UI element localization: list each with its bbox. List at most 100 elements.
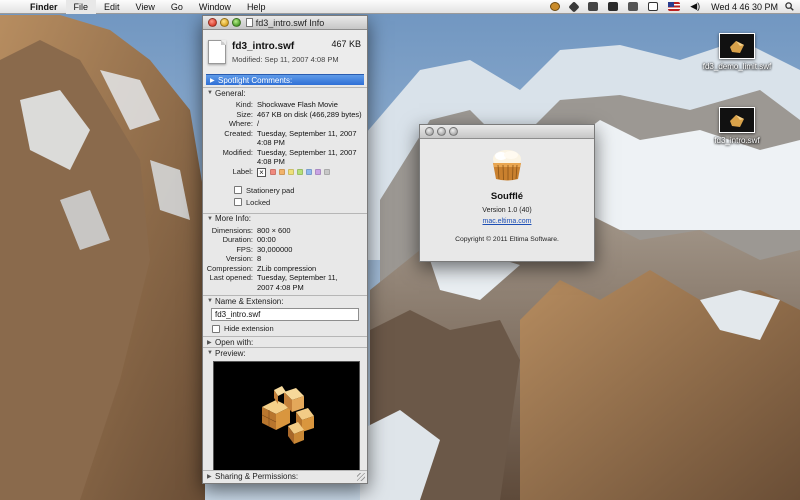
network-icon[interactable] (628, 2, 639, 11)
file-name-input[interactable]: fd3_intro.swf (211, 308, 359, 321)
label-colors: × (257, 167, 333, 177)
section-label: More Info: (215, 214, 252, 223)
label-gray-swatch[interactable] (324, 169, 330, 175)
locked-checkbox[interactable] (234, 198, 242, 206)
section-label: Name & Extension: (215, 296, 284, 306)
sync-icon[interactable] (588, 2, 599, 11)
about-window-titlebar[interactable] (420, 125, 594, 139)
kv-row: Where: / (228, 119, 260, 128)
section-label: Sharing & Permissions: (215, 471, 299, 481)
desktop-icon-fd3-intro[interactable]: fd3_intro.swf (697, 107, 777, 146)
display-icon[interactable] (648, 2, 659, 11)
dropbox-icon[interactable] (568, 0, 580, 13)
stationery-pad-checkbox[interactable] (234, 186, 242, 194)
file-document-icon (208, 40, 226, 64)
file-name: fd3_intro.swf (232, 40, 295, 52)
label-purple-swatch[interactable] (315, 169, 321, 175)
modified-date: Modified: Sep 11, 2007 4:08 PM (232, 54, 339, 64)
kv-row: Size: 467 KB on disk (466,289 bytes) (236, 109, 362, 119)
minimize-button[interactable] (220, 18, 229, 27)
disclosure-triangle-icon[interactable]: ▼ (207, 298, 215, 304)
growl-icon[interactable] (550, 2, 561, 11)
more-info-details: Dimensions: 800 × 600 Duration: 00:00 FPS:… (203, 224, 367, 296)
kv-row: Kind: Shockwave Flash Movie (235, 100, 338, 109)
volume-icon[interactable]: ◀) (690, 1, 700, 12)
kv-row: Modified: Tuesday, September 11, 2007 (222, 147, 357, 157)
swf-file-icon (719, 33, 755, 59)
zoom-button[interactable] (449, 127, 458, 136)
menu-go[interactable]: Go (163, 0, 191, 14)
app-version: Version 1.0 (40) (482, 207, 532, 214)
about-body: Soufflé Version 1.0 (40) mac.eltima.com … (420, 139, 594, 243)
window-controls (203, 18, 241, 27)
kv-row: FPS: 30,000000 (236, 244, 293, 254)
label-red-swatch[interactable] (270, 169, 276, 175)
evernote-icon[interactable] (608, 2, 619, 11)
menu-finder[interactable]: Finder (22, 0, 66, 14)
cubes-preview-graphic (261, 386, 314, 444)
section-preview[interactable]: ▼ Preview: (203, 347, 367, 358)
hide-extension-checkbox[interactable] (212, 324, 220, 333)
section-sharing-permissions[interactable]: ▶ Sharing & Permissions: (203, 470, 367, 481)
menu-window[interactable]: Window (191, 0, 239, 14)
info-header: fd3_intro.swf Modified: Sep 11, 2007 4:0… (203, 30, 367, 74)
window-controls (420, 127, 458, 136)
menu-help[interactable]: Help (239, 0, 274, 14)
checkbox-label: Locked (246, 197, 271, 207)
menubar-clock[interactable]: Wed 4 46 30 PM (705, 2, 784, 12)
resize-grip[interactable] (357, 473, 365, 481)
disclosure-triangle-icon[interactable]: ▼ (207, 350, 215, 356)
desktop-wallpaper (0, 0, 800, 500)
document-icon (245, 18, 253, 27)
label-green-swatch[interactable] (297, 169, 303, 175)
desktop-icon-label: fd3_demo_limit.swf (702, 62, 772, 71)
kv-row: 4:08 PM (257, 138, 285, 147)
section-label: Spotlight Comments: (218, 75, 293, 85)
label-yellow-swatch[interactable] (288, 169, 294, 175)
section-general[interactable]: ▼ General: (203, 87, 367, 98)
label-row: Label: × (203, 167, 367, 177)
section-label: Open with: (215, 337, 254, 347)
preview-image (213, 361, 360, 471)
file-info-window: fd3_intro.swf Info fd3_intro.swf Modifie… (202, 15, 368, 484)
us-flag-icon[interactable] (668, 2, 681, 11)
swf-file-icon (719, 107, 755, 133)
disclosure-triangle-icon[interactable]: ▶ (210, 77, 218, 84)
disclosure-triangle-icon[interactable]: ▼ (207, 90, 215, 96)
locked-option[interactable]: Locked (234, 198, 367, 207)
copyright-text: Copyright © 2011 Eltima Software. (455, 236, 559, 243)
section-more-info[interactable]: ▼ More Info: (203, 212, 367, 224)
app-name: Soufflé (490, 191, 524, 202)
menu-view[interactable]: View (128, 0, 163, 14)
section-name-extension[interactable]: ▼ Name & Extension: (203, 295, 367, 306)
disclosure-triangle-icon[interactable]: ▶ (207, 473, 215, 480)
menu-edit[interactable]: Edit (96, 0, 128, 14)
disclosure-triangle-icon[interactable]: ▶ (207, 339, 215, 346)
window-title-text: fd3_intro.swf Info (255, 17, 325, 28)
desktop-icon-fd3-demo-limit[interactable]: fd3_demo_limit.swf (697, 33, 777, 72)
kv-row: Version: 8 (225, 254, 262, 263)
close-button[interactable] (208, 18, 217, 27)
disclosure-triangle-icon[interactable]: ▼ (207, 216, 215, 222)
section-open-with[interactable]: ▶ Open with: (203, 336, 367, 347)
menu-bar: Finder File Edit View Go Window Help ◀) … (0, 0, 800, 14)
website-link[interactable]: mac.eltima.com (420, 218, 594, 225)
info-window-titlebar[interactable]: fd3_intro.swf Info (203, 16, 367, 30)
minimize-button[interactable] (437, 127, 446, 136)
label-blue-swatch[interactable] (306, 169, 312, 175)
kv-row: Duration: 00:00 (222, 235, 276, 244)
section-spotlight-comments[interactable]: ▶ Spotlight Comments: (206, 74, 364, 85)
mountain-wallpaper (0, 0, 800, 500)
zoom-button[interactable] (232, 18, 241, 27)
stationery-pad-option[interactable]: Stationery pad (234, 186, 367, 195)
label-orange-swatch[interactable] (279, 169, 285, 175)
hide-extension-option[interactable]: Hide extension (212, 324, 367, 333)
label-none-button[interactable]: × (257, 167, 266, 177)
checkbox-label: Hide extension (224, 324, 274, 333)
close-button[interactable] (425, 127, 434, 136)
spotlight-search-icon[interactable] (784, 2, 794, 12)
about-souffle-window: Soufflé Version 1.0 (40) mac.eltima.com … (419, 124, 595, 262)
kv-row: Last opened: Tuesday, September 11, (209, 273, 338, 282)
menu-file[interactable]: File (65, 0, 97, 14)
general-details: Kind: Shockwave Flash Movie Size: 467 KB o… (203, 98, 367, 207)
